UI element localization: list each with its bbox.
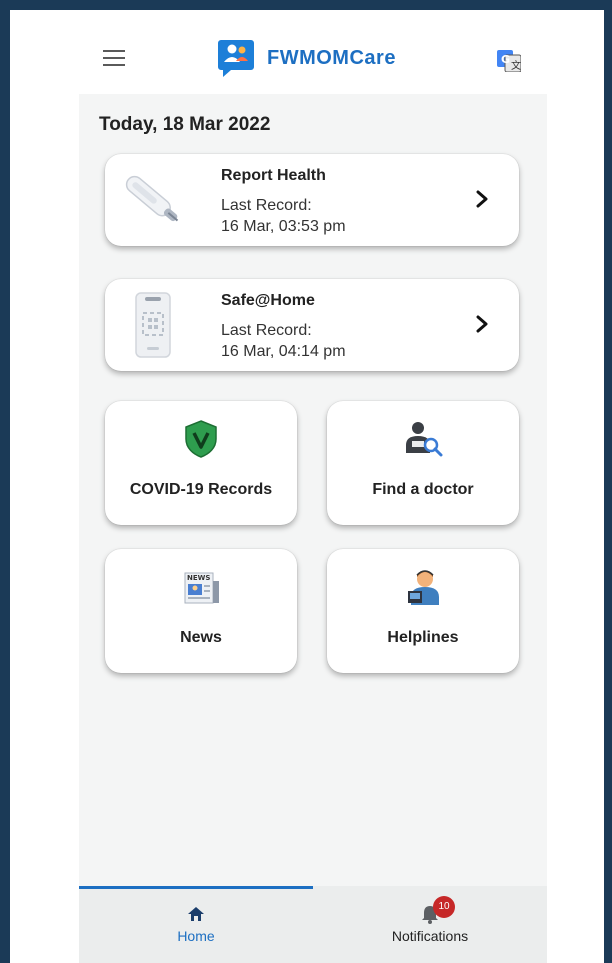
nav-notifications[interactable]: 10 Notifications <box>313 886 547 963</box>
find-doctor-label: Find a doctor <box>372 481 474 498</box>
shield-v-icon <box>185 420 217 458</box>
newspaper-icon: NEWS <box>184 572 219 604</box>
nav-home-label: Home <box>177 928 215 944</box>
chevron-right-icon <box>476 190 488 208</box>
nav-home[interactable]: Home <box>79 886 313 963</box>
safe-at-home-last-label: Last Record: <box>221 322 312 339</box>
thermometer-icon <box>125 175 179 222</box>
news-label: News <box>180 629 222 646</box>
window-frame-left <box>0 0 10 963</box>
helpline-agent-icon <box>408 570 439 605</box>
report-health-title: Report Health <box>221 167 326 184</box>
app-title: FWMOMCare <box>267 46 396 69</box>
safe-at-home-card[interactable]: Safe@Home Last Record: 16 Mar, 04:14 pm <box>105 279 519 371</box>
report-health-last-value: 16 Mar, 03:53 pm <box>221 218 346 235</box>
hamburger-menu-icon[interactable] <box>103 50 125 66</box>
svg-text:文: 文 <box>511 59 521 72</box>
bottom-navigation: Home 10 Notifications <box>79 886 547 963</box>
find-doctor-tile[interactable]: Find a doctor <box>327 401 519 525</box>
phone-qr-icon <box>135 292 171 358</box>
home-icon <box>188 907 204 921</box>
helplines-label: Helplines <box>387 629 459 646</box>
nav-notifications-label: Notifications <box>391 928 469 944</box>
fwmomcare-logo-icon <box>218 40 254 77</box>
window-frame-right <box>604 0 612 963</box>
app-screen: FWMOMCare G 文 Today, 18 Mar 2022 Report … <box>79 14 547 963</box>
top-app-bar: FWMOMCare G 文 <box>79 14 547 94</box>
google-translate-icon[interactable]: G 文 <box>497 50 521 72</box>
report-health-card[interactable]: Report Health Last Record: 16 Mar, 03:53… <box>105 154 519 246</box>
covid-records-label: COVID-19 Records <box>129 481 273 498</box>
news-tile[interactable]: NEWS News <box>105 549 297 673</box>
chevron-right-icon <box>476 315 488 333</box>
report-health-last-label: Last Record: <box>221 197 312 214</box>
app-brand: FWMOMCare <box>217 38 396 78</box>
newspaper-text: NEWS <box>187 574 210 582</box>
safe-at-home-title: Safe@Home <box>221 292 315 309</box>
safe-at-home-last-value: 16 Mar, 04:14 pm <box>221 343 346 360</box>
doctor-search-icon <box>406 422 443 457</box>
notification-badge: 10 <box>433 896 455 918</box>
today-date: Today, 18 Mar 2022 <box>99 114 271 135</box>
helplines-tile[interactable]: Helplines <box>327 549 519 673</box>
svg-text:G: G <box>501 53 510 66</box>
window-frame-top <box>0 0 612 10</box>
covid-records-tile[interactable]: COVID-19 Records <box>105 401 297 525</box>
